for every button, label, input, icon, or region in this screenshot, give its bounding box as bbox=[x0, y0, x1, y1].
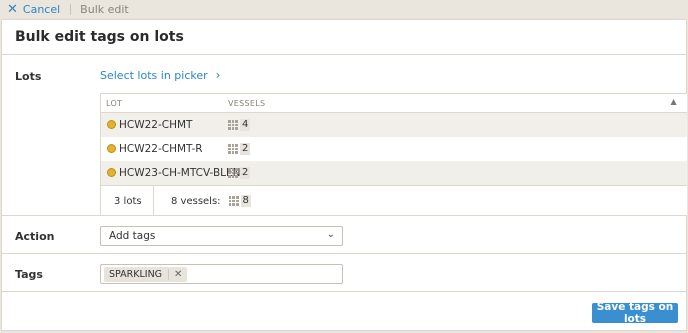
action-selected-value: Add tags bbox=[109, 230, 156, 242]
caret-up-icon[interactable]: ▲ bbox=[671, 97, 677, 106]
tag-chip: SPARKLING ✕ bbox=[104, 267, 188, 282]
table-row[interactable]: HCW23-CH-MTCV-BLEND 2 bbox=[101, 161, 687, 185]
lot-status-icon bbox=[107, 168, 116, 177]
vessels-total: 8 vessels: 8 bbox=[171, 195, 251, 207]
action-label: Action bbox=[15, 230, 55, 243]
chevron-right-icon: › bbox=[215, 68, 221, 82]
divider bbox=[153, 186, 154, 216]
column-header-lot: LOT bbox=[106, 99, 123, 108]
table-footer: 3 lots 8 vessels: 8 bbox=[101, 185, 687, 216]
lot-status-icon bbox=[107, 144, 116, 153]
vessel-grid-icon bbox=[228, 168, 238, 178]
vessel-count-cell: 4 bbox=[228, 119, 251, 131]
page-title: Bulk edit tags on lots bbox=[2, 20, 686, 55]
vessels-total-count: 8 bbox=[240, 195, 251, 207]
vessel-count-cell: 2 bbox=[228, 167, 251, 179]
vessel-count: 2 bbox=[240, 167, 251, 179]
vessel-count: 4 bbox=[240, 119, 251, 131]
tag-label: SPARKLING bbox=[109, 269, 163, 280]
action-select[interactable]: Add tags ⌄ bbox=[100, 226, 343, 246]
select-lots-label: Select lots in picker bbox=[100, 68, 208, 82]
lots-label: Lots bbox=[15, 70, 42, 83]
top-bar: ✕ Cancel Bulk edit bbox=[0, 0, 688, 18]
vessel-count-cell: 2 bbox=[228, 143, 251, 155]
vessel-grid-icon bbox=[228, 120, 238, 130]
close-icon[interactable]: ✕ bbox=[168, 269, 182, 280]
chevron-down-icon: ⌄ bbox=[326, 229, 335, 240]
column-header-vessels[interactable]: VESSELS bbox=[228, 99, 265, 108]
table-header: LOT VESSELS ▲ bbox=[101, 94, 687, 113]
vessels-total-label: 8 vessels: bbox=[171, 195, 221, 207]
close-icon: ✕ bbox=[7, 1, 18, 17]
vessel-grid-icon bbox=[228, 144, 238, 154]
tags-input[interactable]: SPARKLING ✕ bbox=[100, 264, 343, 284]
divider bbox=[70, 3, 72, 15]
save-tags-button[interactable]: Save tags on lots bbox=[592, 301, 678, 325]
table-row[interactable]: HCW22-CHMT 4 bbox=[101, 113, 687, 137]
vessel-count: 2 bbox=[240, 143, 251, 155]
lot-name[interactable]: HCW22-CHMT-R bbox=[119, 143, 203, 155]
bulk-edit-card: Bulk edit tags on lots Lots Select lots … bbox=[1, 19, 687, 331]
vessel-grid-icon bbox=[228, 196, 239, 206]
cancel-label: Cancel bbox=[22, 2, 61, 16]
lot-name[interactable]: HCW22-CHMT bbox=[119, 119, 192, 131]
lots-table: LOT VESSELS ▲ HCW22-CHMT 4 HCW22-CHMT-R … bbox=[100, 93, 687, 216]
cancel-link[interactable]: ✕ Cancel bbox=[7, 3, 60, 16]
select-lots-link[interactable]: Select lots in picker › bbox=[100, 68, 220, 82]
lot-status-icon bbox=[107, 120, 116, 129]
lots-count: 3 lots bbox=[114, 196, 142, 207]
tags-label: Tags bbox=[15, 268, 43, 281]
table-row[interactable]: HCW22-CHMT-R 2 bbox=[101, 137, 687, 161]
breadcrumb: Bulk edit bbox=[80, 2, 129, 16]
